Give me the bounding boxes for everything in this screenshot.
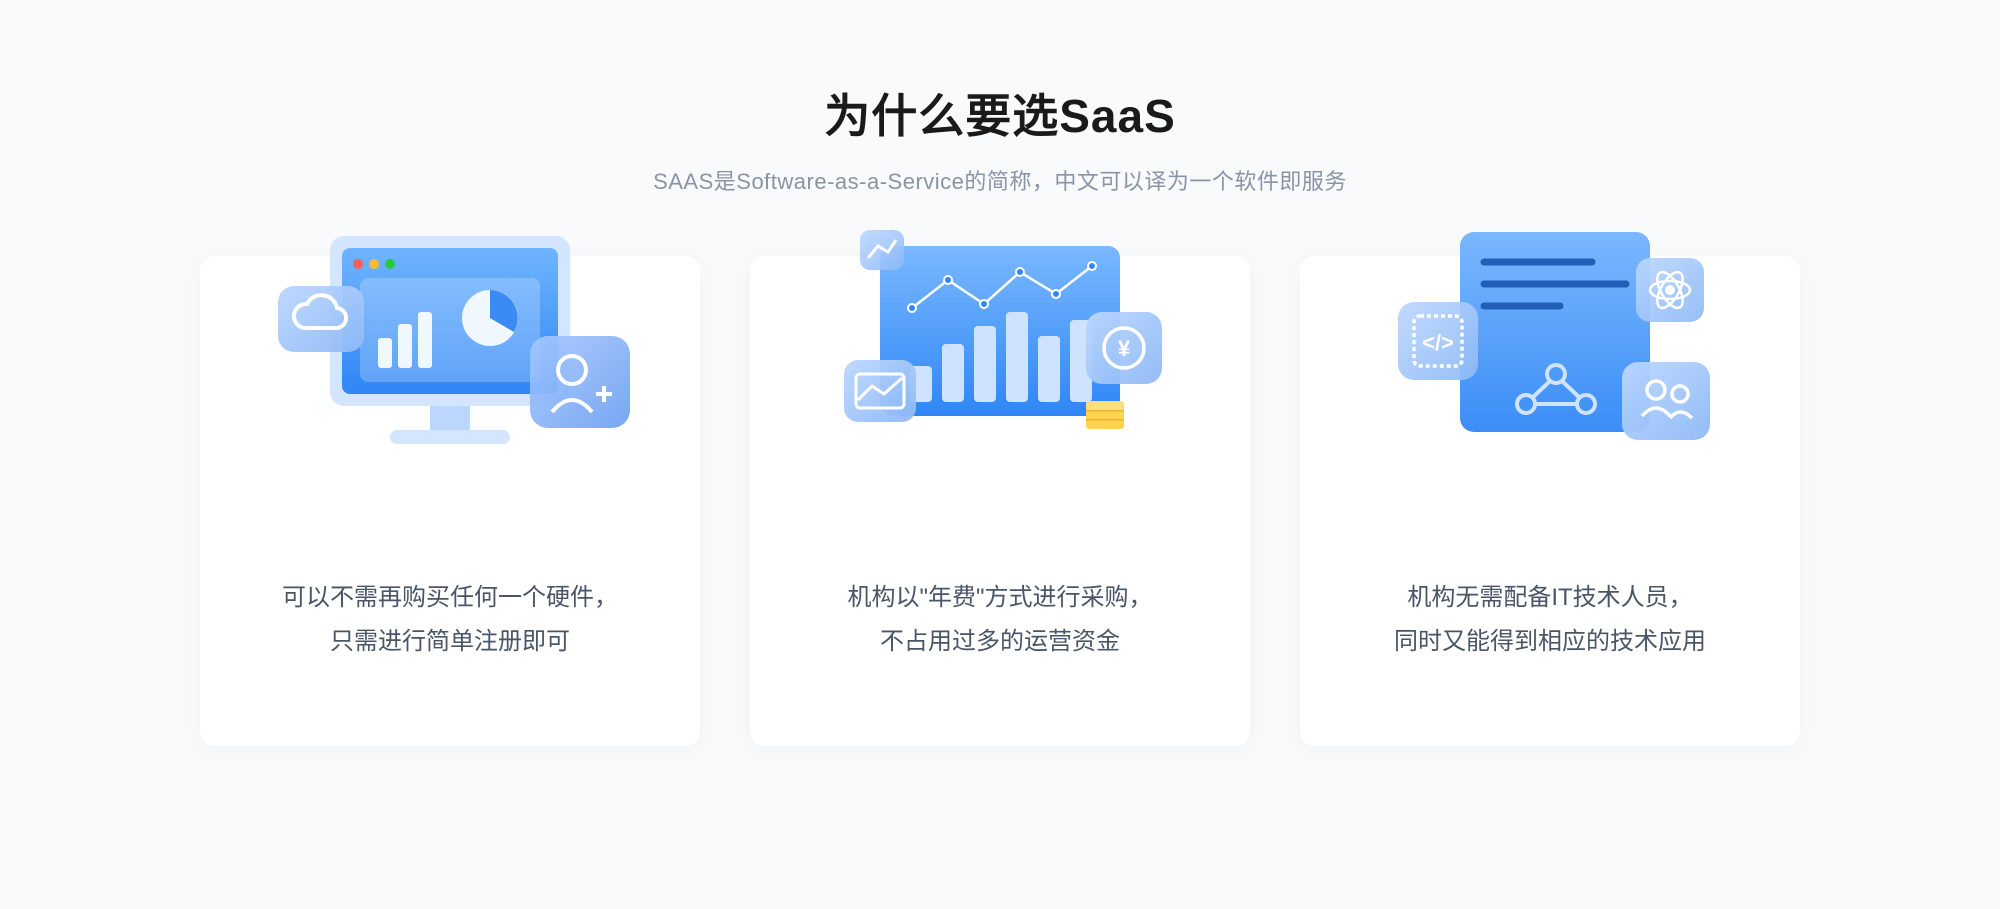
feature-card-subscription: ¥ 机构以"年费"方式进行采购， 不占用过多的运营资金: [750, 256, 1250, 746]
feature-card-it-support: </> 机构无需配备IT技术人员， 同时又能得到相应的技术应用: [1300, 256, 1800, 746]
feature-line-2: 只需进行简单注册即可: [330, 628, 570, 655]
section-title: 为什么要选SaaS: [100, 80, 1900, 146]
feature-line-1: 机构以"年费"方式进行采购，: [847, 584, 1152, 611]
feature-text: 机构以"年费"方式进行采购， 不占用过多的运营资金: [807, 576, 1192, 665]
section-header: 为什么要选SaaS SAAS是Software-as-a-Service的简称，…: [100, 80, 1900, 196]
feature-line-1: 机构无需配备IT技术人员，: [1407, 584, 1692, 611]
feature-line-2: 同时又能得到相应的技术应用: [1394, 628, 1706, 655]
feature-line-2: 不占用过多的运营资金: [880, 628, 1120, 655]
svg-text:¥: ¥: [1118, 336, 1131, 361]
svg-text:</>: </>: [1422, 330, 1454, 355]
document-share-icon: </>: [1360, 216, 1740, 476]
section-subtitle: SAAS是Software-as-a-Service的简称，中文可以译为一个软件…: [100, 164, 1900, 196]
feature-cards: 可以不需再购买任何一个硬件， 只需进行简单注册即可: [100, 256, 1900, 746]
analytics-chart-icon: ¥: [810, 216, 1190, 476]
feature-text: 机构无需配备IT技术人员， 同时又能得到相应的技术应用: [1354, 576, 1746, 665]
feature-text: 可以不需再购买任何一个硬件， 只需进行简单注册即可: [242, 576, 658, 665]
feature-line-1: 可以不需再购买任何一个硬件，: [282, 584, 618, 611]
feature-card-hardware: 可以不需再购买任何一个硬件， 只需进行简单注册即可: [200, 256, 700, 746]
dashboard-monitor-icon: [260, 216, 640, 476]
